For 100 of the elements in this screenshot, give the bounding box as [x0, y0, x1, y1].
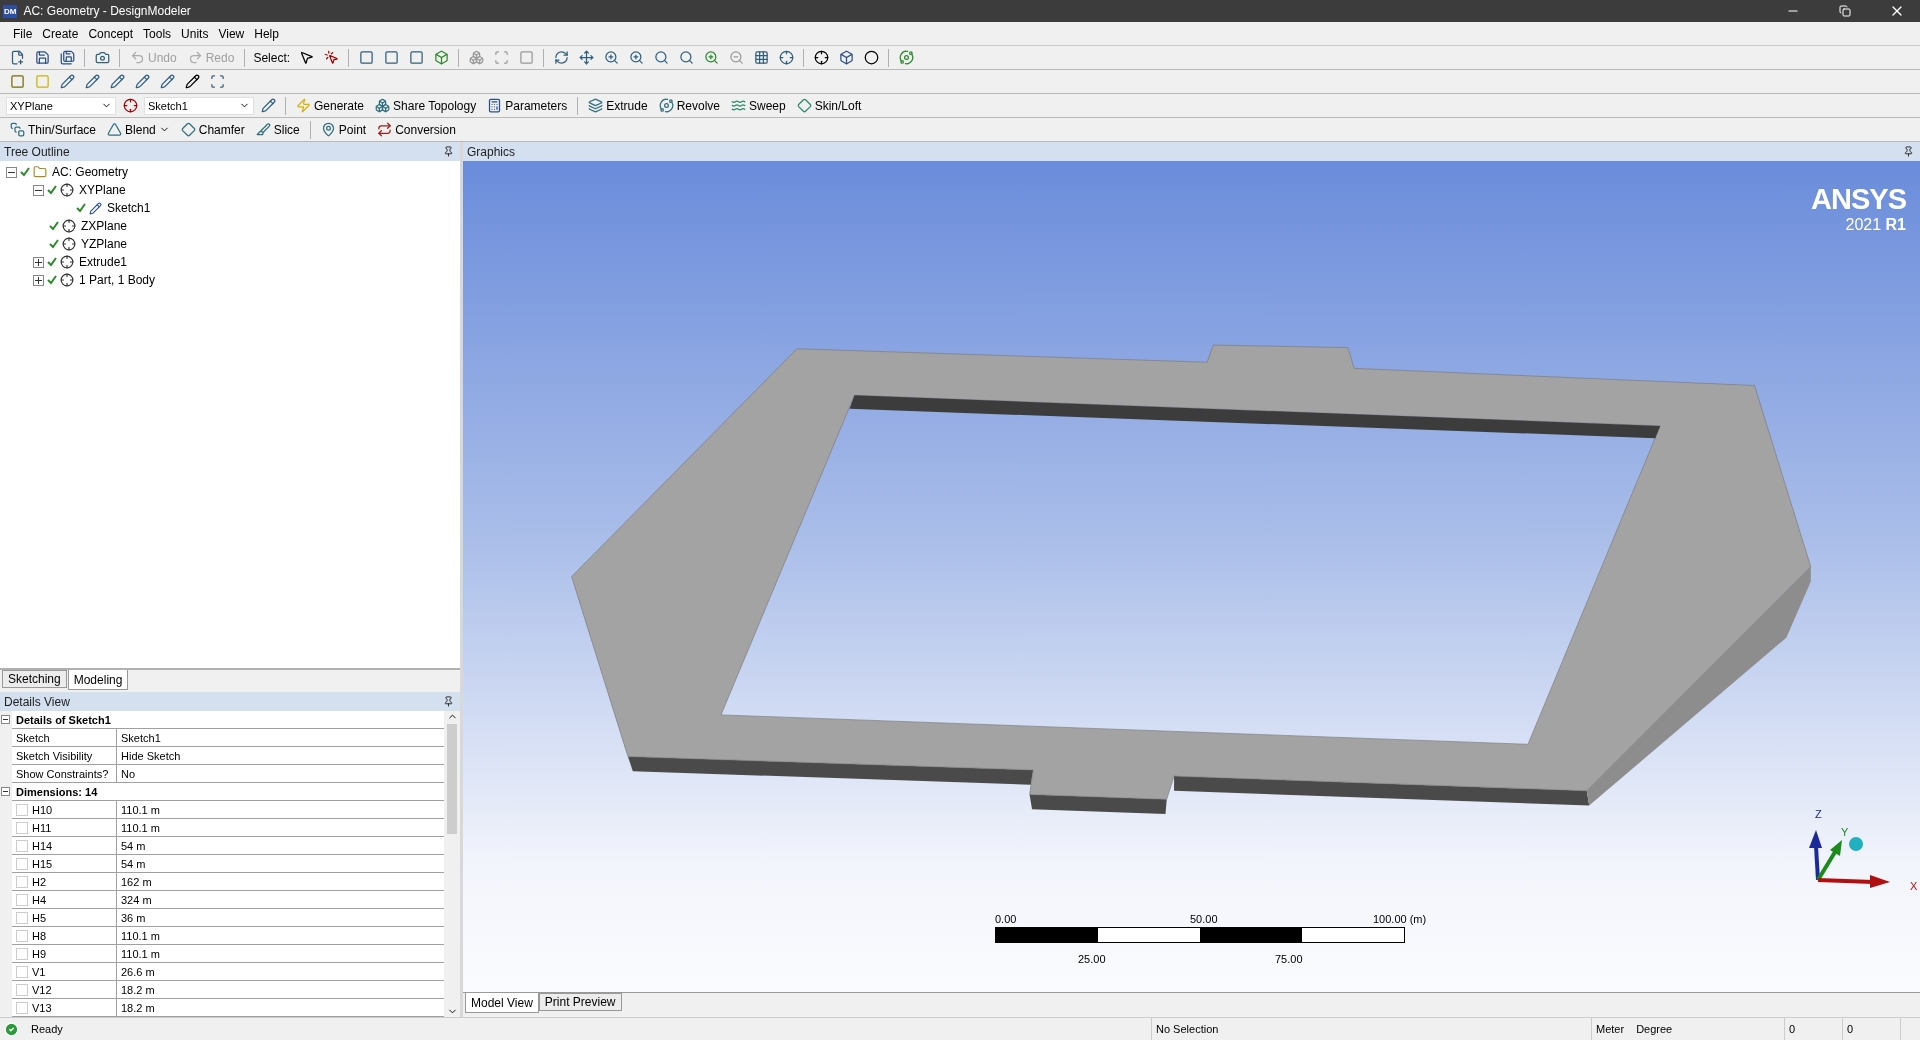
- property-value[interactable]: 110.1 m: [121, 803, 160, 816]
- menu-item[interactable]: Concept: [83, 26, 139, 41]
- checkbox[interactable]: [16, 911, 28, 924]
- selection-status: No Selection: [1156, 1023, 1219, 1035]
- checkbox[interactable]: [16, 875, 28, 888]
- tab[interactable]: Modeling: [67, 670, 129, 690]
- property-value[interactable]: 110.1 m: [121, 929, 160, 942]
- expand-toggle[interactable]: [33, 184, 44, 196]
- scale-label: 25.00: [1078, 953, 1106, 965]
- checkbox[interactable]: [16, 803, 28, 816]
- property-value[interactable]: 36 m: [121, 911, 146, 924]
- menu-item[interactable]: View: [213, 26, 250, 41]
- toolbar-button[interactable]: Point: [316, 119, 371, 140]
- property-value[interactable]: 54 m: [121, 857, 146, 870]
- property-value[interactable]: 324 m: [121, 893, 152, 906]
- property-name: H9: [32, 947, 47, 960]
- toolbar-button[interactable]: Generate: [292, 95, 369, 116]
- checkbox[interactable]: [16, 929, 28, 942]
- tree-item[interactable]: YZPlane: [79, 237, 128, 251]
- checkbox[interactable]: [16, 821, 28, 834]
- tool-icon: [863, 50, 879, 65]
- toolbar-button[interactable]: Parameters: [483, 95, 572, 116]
- checkbox[interactable]: [16, 965, 28, 978]
- expand-toggle[interactable]: [1, 715, 10, 724]
- tree-item[interactable]: 1 Part, 1 Body: [77, 273, 156, 287]
- tree-item[interactable]: Extrude1: [77, 255, 128, 269]
- menu-item[interactable]: Create: [37, 26, 84, 41]
- property-name: V13: [32, 1001, 52, 1014]
- tool-icon: [778, 50, 794, 65]
- tab[interactable]: Model View: [465, 993, 539, 1013]
- toolbar-button[interactable]: Skin/Loft: [792, 95, 866, 116]
- toolbar-button[interactable]: Sweep: [727, 95, 790, 116]
- property-value[interactable]: 162 m: [121, 875, 152, 888]
- checkbox[interactable]: [16, 839, 28, 852]
- toolbar-button[interactable]: Share Topology: [371, 95, 481, 116]
- property-value[interactable]: 110.1 m: [121, 947, 160, 960]
- pencil-icon: [260, 98, 276, 113]
- expand-toggle[interactable]: [33, 274, 44, 286]
- tree-item[interactable]: AC: Geometry: [50, 165, 129, 179]
- ready-icon: [4, 1021, 19, 1037]
- pin-icon[interactable]: [1903, 146, 1914, 157]
- tool-icon: [518, 50, 534, 65]
- property-value[interactable]: 18.2 m: [121, 1001, 155, 1014]
- sketch-dropdown[interactable]: Sketch1: [144, 96, 254, 115]
- expand-toggle[interactable]: [6, 166, 17, 178]
- menu-item[interactable]: Tools: [138, 26, 177, 41]
- checkbox[interactable]: [16, 983, 28, 996]
- scrollbar-thumb[interactable]: [447, 724, 457, 834]
- property-value[interactable]: Sketch1: [121, 731, 161, 744]
- tool-icon: [433, 50, 449, 65]
- plane-dropdown[interactable]: XYPlane: [6, 96, 116, 115]
- toolbar-button[interactable]: Slice: [251, 119, 304, 140]
- pin-icon[interactable]: [443, 146, 454, 157]
- pin-icon[interactable]: [443, 696, 454, 707]
- tool-icon: [255, 122, 271, 137]
- checkbox[interactable]: [16, 857, 28, 870]
- toolbar-button[interactable]: Conversion: [373, 119, 460, 140]
- tree-item[interactable]: Sketch1: [105, 201, 151, 215]
- tool-icon: [9, 50, 25, 65]
- tool-icon: [209, 74, 225, 89]
- tool-icon: [628, 50, 644, 65]
- menu-item[interactable]: File: [8, 26, 38, 41]
- tool-icon: [588, 98, 604, 113]
- tab[interactable]: Sketching: [2, 670, 67, 688]
- tool-icon: [84, 74, 100, 89]
- checkbox[interactable]: [16, 947, 28, 960]
- tool-icon: [796, 98, 812, 113]
- toolbar-button[interactable]: Thin/Surface: [6, 119, 101, 140]
- tool-icon: [159, 74, 175, 89]
- property-name: H4: [32, 893, 47, 906]
- panel-title: Details View: [4, 694, 70, 709]
- tool-icon: [813, 50, 829, 65]
- property-name: H10: [32, 803, 53, 816]
- property-value[interactable]: 18.2 m: [121, 983, 155, 996]
- dropdown-value: Sketch1: [148, 99, 188, 112]
- tree-item[interactable]: ZXPlane: [79, 219, 128, 233]
- menu-item[interactable]: Units: [176, 26, 214, 41]
- checkbox[interactable]: [16, 893, 28, 906]
- graphics-viewport[interactable]: ANSYS 2021 R1 0.00 50.00 100.00 (m) 25.00 75.00 Z Y X: [463, 161, 1920, 993]
- expand-toggle[interactable]: [1, 787, 10, 796]
- tool-icon: [678, 50, 694, 65]
- tab[interactable]: Print Preview: [538, 993, 622, 1011]
- property-value[interactable]: No: [121, 767, 136, 780]
- toolbar-button[interactable]: Revolve: [654, 95, 724, 116]
- expand-toggle[interactable]: [33, 256, 44, 268]
- property-value[interactable]: Hide Sketch: [121, 749, 181, 762]
- dropdown-value: XYPlane: [10, 99, 53, 112]
- toolbar-button[interactable]: Chamfer: [176, 119, 249, 140]
- toolbar-button[interactable]: Blend: [103, 119, 174, 140]
- property-name: Sketch Visibility: [16, 749, 93, 762]
- tool-icon: [9, 74, 25, 89]
- property-value[interactable]: 54 m: [121, 839, 146, 852]
- tree-item[interactable]: XYPlane: [77, 183, 126, 197]
- property-value[interactable]: 110.1 m: [121, 821, 160, 834]
- menu-item[interactable]: Help: [249, 26, 284, 41]
- checkbox[interactable]: [16, 1001, 28, 1014]
- tool-icon: [34, 50, 50, 65]
- section-title: Dimensions: 14: [15, 785, 98, 798]
- toolbar-button[interactable]: Extrude: [584, 95, 652, 116]
- property-value[interactable]: 26.6 m: [121, 965, 155, 978]
